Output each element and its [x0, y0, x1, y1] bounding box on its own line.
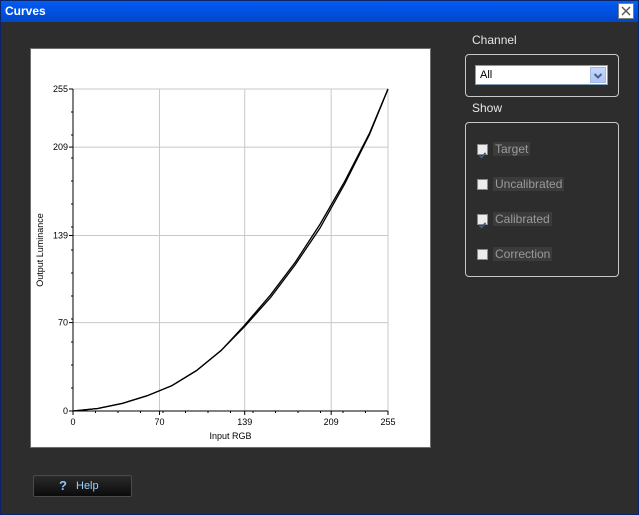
x-tick-label: 209 — [324, 417, 339, 427]
target-label: Target — [493, 142, 531, 156]
x-tick-label: 70 — [154, 417, 164, 427]
curves-window: Curves 0 70 139 209 255 0 70 139 209 255 Input RG… — [0, 0, 639, 515]
checkmark-icon — [478, 151, 487, 159]
channel-select-value: All — [480, 69, 493, 81]
y-tick-label: 0 — [63, 406, 68, 416]
window-title: Curves — [5, 4, 46, 18]
calibrated-label: Calibrated — [493, 212, 552, 226]
curve-series-0 — [72, 88, 389, 412]
channel-heading: Channel — [472, 33, 517, 47]
help-button[interactable]: ? Help — [33, 475, 132, 497]
y-tick-label: 70 — [58, 318, 68, 328]
checkmark-icon — [478, 221, 487, 229]
help-icon: ? — [59, 478, 67, 493]
chevron-down-icon — [593, 73, 603, 79]
show-target-option[interactable]: Target — [477, 141, 531, 159]
title-bar: Curves — [1, 1, 638, 22]
channel-group: All — [465, 54, 619, 97]
uncalibrated-label: Uncalibrated — [493, 177, 565, 191]
dropdown-arrow-button[interactable] — [590, 67, 606, 83]
close-button[interactable] — [618, 3, 634, 19]
x-tick-label: 255 — [380, 417, 395, 427]
uncalibrated-checkbox[interactable] — [477, 178, 488, 190]
y-tick-label: 139 — [53, 230, 68, 240]
calibrated-checkbox[interactable] — [477, 213, 488, 229]
curve-series-1 — [72, 88, 389, 412]
curves-chart-panel: 0 70 139 209 255 0 70 139 209 255 Input RGB Outpu… — [30, 48, 431, 448]
y-tick-label: 209 — [53, 142, 68, 152]
x-axis-label: Input RGB — [209, 431, 251, 441]
x-tick-label: 139 — [237, 417, 252, 427]
correction-checkbox[interactable] — [477, 248, 488, 260]
show-uncalibrated-option[interactable]: Uncalibrated — [477, 176, 565, 192]
target-checkbox[interactable] — [477, 143, 488, 159]
x-tick-label: 0 — [70, 417, 75, 427]
channel-select[interactable]: All — [475, 65, 608, 85]
show-correction-option[interactable]: Correction — [477, 246, 553, 262]
show-calibrated-option[interactable]: Calibrated — [477, 211, 552, 229]
close-icon — [621, 6, 631, 16]
show-group: Target Uncalibrated Calibrated Correctio… — [465, 122, 619, 277]
curves-chart: 0 70 139 209 255 0 70 139 209 255 Input RGB Outpu… — [35, 84, 396, 441]
y-tick-label: 255 — [53, 84, 68, 94]
correction-label: Correction — [493, 247, 553, 261]
y-axis-label: Output Luminance — [35, 213, 45, 287]
help-label: Help — [76, 480, 99, 492]
show-heading: Show — [472, 101, 503, 115]
